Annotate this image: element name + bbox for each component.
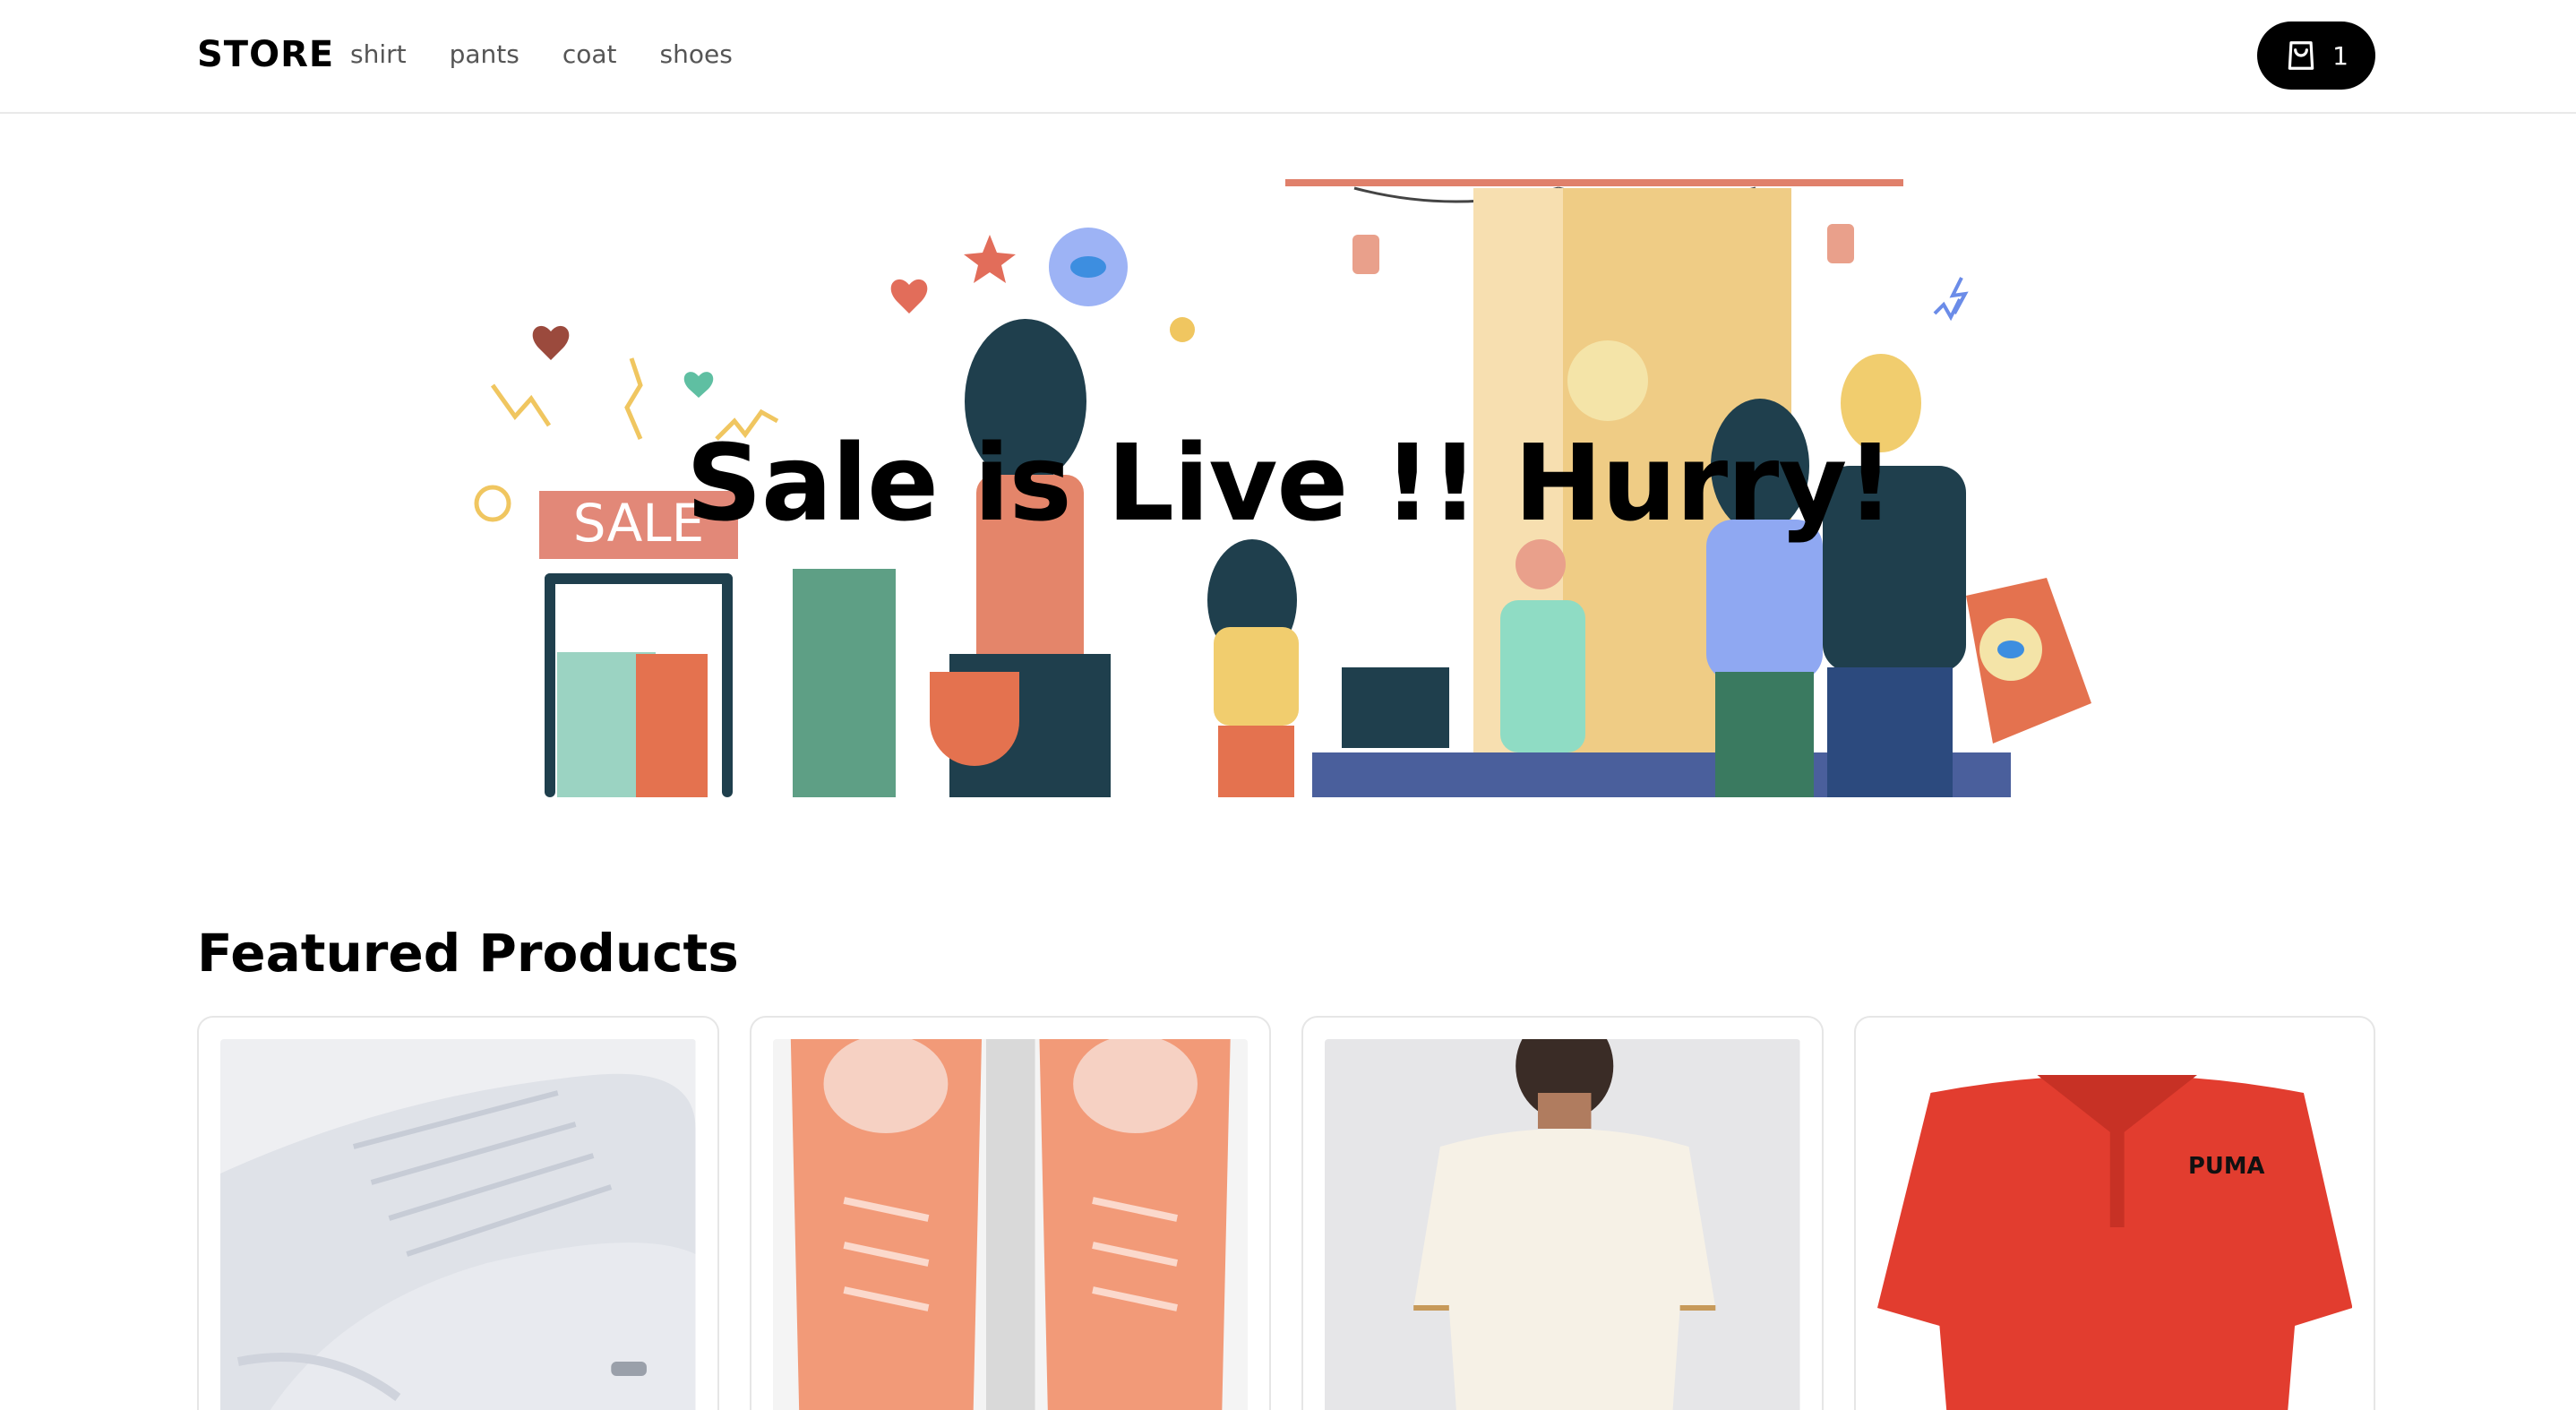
product-card-red-polo[interactable]: PUMA <box>1853 1016 2375 1410</box>
product-image[interactable] <box>772 1039 1248 1410</box>
hero-title: Sale is Live !! Hurry! <box>685 421 1894 545</box>
hero-banner: SALE Sale is Live !! Hurry! <box>457 170 2123 797</box>
cart-button[interactable]: 1 <box>2257 21 2375 90</box>
shopping-bag-icon <box>2288 41 2314 70</box>
main-nav: shirt pants coat shoes <box>350 39 733 69</box>
product-grid: PUMA <box>197 1016 2375 1410</box>
product-image[interactable] <box>220 1039 696 1410</box>
cart-count: 1 <box>2332 40 2348 71</box>
nav-link-coat[interactable]: coat <box>562 39 617 69</box>
featured-products-heading: Featured Products <box>197 923 739 984</box>
store-logo[interactable]: STORE <box>197 34 334 75</box>
product-image[interactable]: PUMA <box>1876 1039 2352 1410</box>
nav-link-shoes[interactable]: shoes <box>660 39 733 69</box>
product-card-cream-polo[interactable] <box>1301 1016 1824 1410</box>
product-image[interactable] <box>1325 1039 1800 1410</box>
site-header: STORE shirt pants coat shoes 1 <box>0 0 2576 114</box>
product-card-white-sneaker[interactable] <box>197 1016 719 1410</box>
puma-logo: PUMA <box>2188 1153 2264 1180</box>
nav-link-pants[interactable]: pants <box>450 39 519 69</box>
product-card-orange-sneakers[interactable] <box>749 1016 1271 1410</box>
nav-link-shirt[interactable]: shirt <box>350 39 407 69</box>
